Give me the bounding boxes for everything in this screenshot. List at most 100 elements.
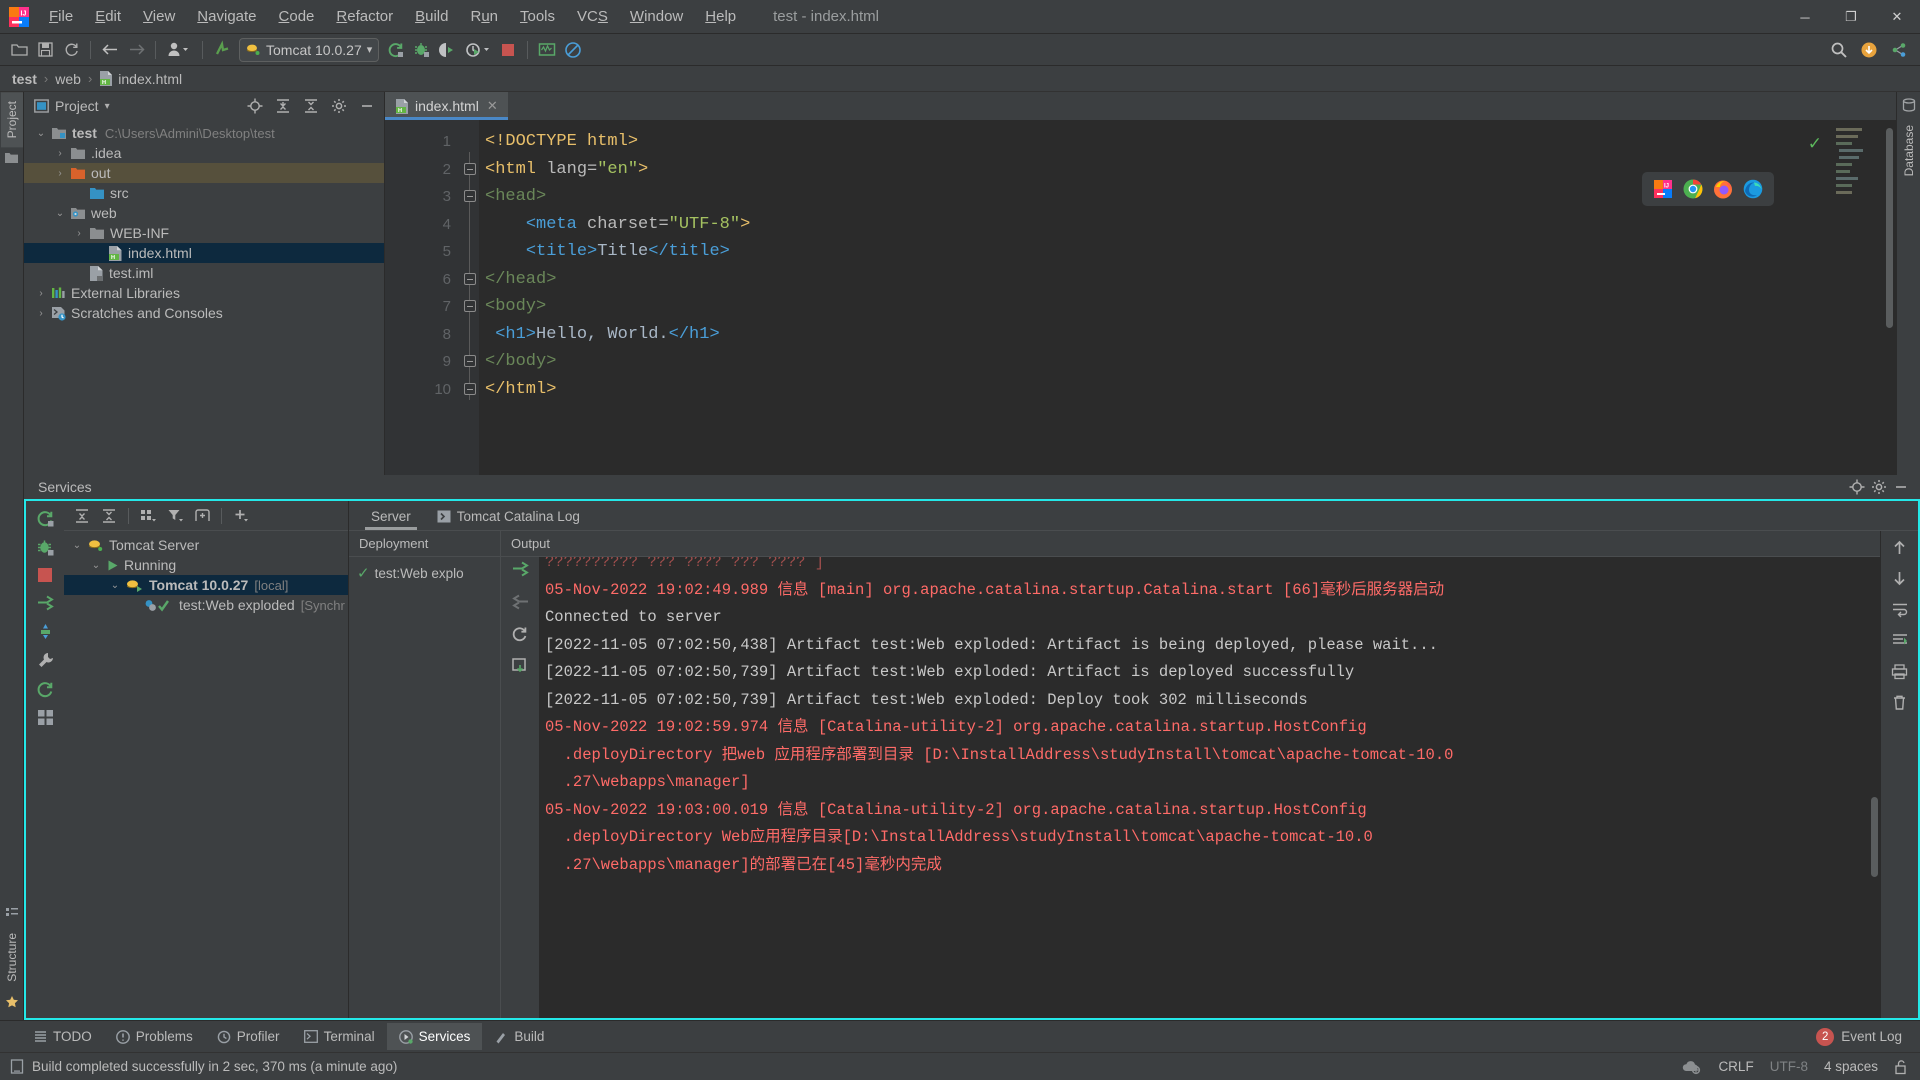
menu-navigate[interactable]: Navigate	[186, 4, 267, 29]
tree-row-test[interactable]: ⌄ test C:\Users\Admini\Desktop\test	[24, 123, 384, 143]
hide-panel-icon[interactable]	[1890, 476, 1912, 498]
add-tab-icon[interactable]	[190, 504, 214, 528]
chrome-icon[interactable]	[1683, 179, 1703, 199]
undeploy-icon[interactable]	[511, 592, 530, 611]
database-icon[interactable]	[1902, 98, 1916, 112]
tree-row-web[interactable]: ⌄ web	[24, 203, 384, 223]
star-icon[interactable]	[5, 995, 19, 1009]
save-icon[interactable]	[32, 37, 58, 63]
collapse-all-icon[interactable]	[97, 504, 121, 528]
locate-icon[interactable]	[244, 95, 266, 117]
deploy-icon[interactable]	[36, 593, 55, 612]
scroll-end-icon[interactable]	[1891, 632, 1909, 649]
tab-build[interactable]: Build	[482, 1023, 556, 1050]
minimize-button[interactable]: ─	[1782, 0, 1828, 34]
menu-tools[interactable]: Tools	[509, 4, 566, 29]
tab-tomcat-catalina-log[interactable]: Tomcat Catalina Log	[425, 502, 592, 530]
arrow-right-icon[interactable]	[123, 37, 149, 63]
rerun-icon[interactable]	[36, 509, 55, 528]
menu-code[interactable]: Code	[268, 4, 326, 29]
tree-row-web-inf[interactable]: › WEB-INF	[24, 223, 384, 243]
group-icon[interactable]	[136, 504, 160, 528]
fold-end-icon[interactable]	[464, 382, 476, 395]
debug-icon[interactable]	[36, 538, 55, 557]
menu-run[interactable]: Run	[459, 4, 509, 29]
maximize-button[interactable]: ❐	[1828, 0, 1874, 34]
hide-panel-icon[interactable]	[356, 95, 378, 117]
menu-edit[interactable]: Edit	[84, 4, 132, 29]
unlocked-icon[interactable]	[1894, 1059, 1908, 1075]
profile-run-icon[interactable]	[461, 37, 495, 63]
stop-icon[interactable]	[495, 37, 521, 63]
tree-row--idea[interactable]: › .idea	[24, 143, 384, 163]
monitor-icon[interactable]	[534, 37, 560, 63]
gear-icon[interactable]	[1868, 476, 1890, 498]
tree-row-index-html[interactable]: Hindex.html	[24, 243, 384, 263]
indent-label[interactable]: 4 spaces	[1824, 1059, 1878, 1074]
menu-refactor[interactable]: Refactor	[325, 4, 404, 29]
tab-index-html[interactable]: H index.html ✕	[385, 92, 508, 120]
collapse-all-icon[interactable]	[300, 95, 322, 117]
plugin-update-icon[interactable]	[1856, 37, 1882, 63]
restart-icon[interactable]	[36, 680, 55, 699]
update-project-icon[interactable]	[209, 37, 235, 63]
open-folder-icon[interactable]	[6, 37, 32, 63]
trash-icon[interactable]	[1891, 694, 1908, 711]
expand-arrow-icon[interactable]: ⌄	[53, 208, 67, 219]
folder-icon[interactable]	[4, 151, 19, 164]
menu-vcs[interactable]: VCS	[566, 4, 619, 29]
close-button[interactable]: ✕	[1874, 0, 1920, 34]
deploy-icon[interactable]	[511, 559, 530, 578]
encoding-label[interactable]: UTF-8	[1770, 1059, 1808, 1074]
update-icon[interactable]	[511, 657, 529, 675]
sidebar-item-database[interactable]: Database	[1898, 116, 1920, 185]
tab-server[interactable]: Server	[359, 502, 423, 530]
console-output[interactable]: ?????????? ??? ???? ??? ???? ] 05-Nov-202…	[539, 557, 1880, 1018]
line-separator-label[interactable]: CRLF	[1718, 1059, 1753, 1074]
tab-terminal[interactable]: Terminal	[292, 1023, 387, 1050]
fold-collapse-icon[interactable]	[464, 162, 476, 175]
gear-icon[interactable]	[328, 95, 350, 117]
soft-wrap-icon[interactable]	[1891, 601, 1909, 618]
tree-row-scratches-and-consoles[interactable]: › Scratches and Consoles	[24, 303, 384, 323]
deployment-item[interactable]: ✓ test:Web explo	[349, 561, 500, 585]
fold-collapse-icon[interactable]	[464, 300, 476, 312]
intellij-browser-icon[interactable]: IJ	[1653, 179, 1673, 199]
debug-icon[interactable]	[409, 37, 435, 63]
fold-end-icon[interactable]	[464, 272, 476, 285]
expand-all-icon[interactable]	[272, 95, 294, 117]
wrench-icon[interactable]	[36, 651, 55, 670]
browser-preview-bar[interactable]: IJ	[1642, 172, 1774, 206]
tree-row-external-libraries[interactable]: › External Libraries	[24, 283, 384, 303]
tree-row-out[interactable]: › out	[24, 163, 384, 183]
expand-arrow-icon[interactable]: ⌄	[89, 560, 103, 571]
coverage-icon[interactable]	[435, 37, 461, 63]
firefox-icon[interactable]	[1713, 179, 1733, 199]
services-tree-row-tomcat-server[interactable]: ⌄ Tomcat Server	[64, 535, 348, 555]
sync-icon[interactable]	[58, 37, 84, 63]
breadcrumb-item-web[interactable]: web	[55, 71, 81, 87]
close-icon[interactable]: ✕	[485, 98, 500, 114]
expand-arrow-icon[interactable]: ⌄	[34, 128, 48, 139]
fold-end-icon[interactable]	[464, 355, 476, 367]
menu-view[interactable]: View	[132, 4, 186, 29]
add-icon[interactable]	[229, 504, 253, 528]
tree-row-test-iml[interactable]: test.iml	[24, 263, 384, 283]
breadcrumb-item-file[interactable]: H index.html	[99, 71, 182, 87]
layout-icon[interactable]	[37, 709, 54, 726]
services-tree-row-test-web-exploded[interactable]: test:Web exploded [Synchr	[64, 595, 348, 615]
expand-arrow-icon[interactable]: ›	[34, 288, 48, 299]
sidebar-item-project[interactable]: Project	[0, 92, 23, 148]
editor-scrollbar[interactable]	[1886, 128, 1893, 328]
stop-icon[interactable]	[37, 567, 53, 583]
expand-arrow-icon[interactable]: ›	[53, 148, 67, 159]
menu-window[interactable]: Window	[619, 4, 694, 29]
share-icon[interactable]	[1886, 37, 1912, 63]
rerun-icon[interactable]	[383, 37, 409, 63]
chevron-down-icon[interactable]: ▾	[367, 43, 373, 56]
expand-arrow-icon[interactable]: ›	[53, 168, 67, 179]
expand-all-icon[interactable]	[70, 504, 94, 528]
edit-config-icon[interactable]	[36, 622, 55, 641]
edge-icon[interactable]	[1743, 179, 1763, 199]
locate-icon[interactable]	[1846, 476, 1868, 498]
